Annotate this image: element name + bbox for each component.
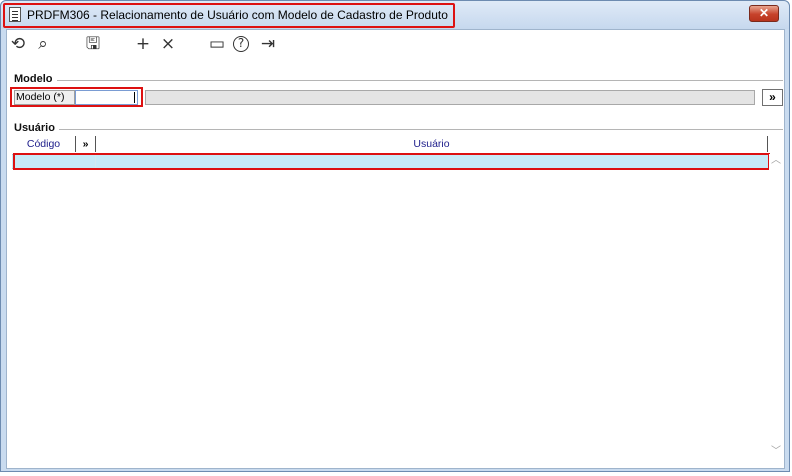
title-bar: PRDFM306 - Relacionamento de Usuário com…	[1, 1, 789, 29]
app-window: PRDFM306 - Relacionamento de Usuário com…	[0, 0, 790, 472]
usuario-group-label: Usuário	[14, 122, 55, 134]
scroll-down-icon[interactable]: ﹀	[769, 445, 783, 459]
undo-icon[interactable]: ⟲	[8, 34, 28, 54]
grid-scrollbar[interactable]: ︿ ﹀	[769, 154, 783, 459]
add-icon[interactable]: +	[133, 34, 153, 54]
column-header-codigo[interactable]: Código	[12, 136, 76, 152]
close-button[interactable]: ✕	[749, 5, 779, 22]
modelo-lookup-button[interactable]: »	[762, 89, 783, 106]
help-icon[interactable]: ?	[233, 36, 249, 52]
modelo-group-label: Modelo	[14, 73, 53, 85]
grid-header: Código » Usuário	[12, 136, 768, 152]
scroll-up-icon[interactable]: ︿	[769, 154, 783, 168]
column-header-lookup[interactable]: »	[76, 136, 96, 152]
toolbar: ⟲ ⌕ 🖫 + × ▭ ? ⇥	[7, 30, 784, 58]
modelo-highlight	[10, 87, 143, 107]
modelo-group-divider	[57, 80, 783, 81]
calendar-icon[interactable]: ▭	[207, 34, 227, 54]
save-icon[interactable]: 🖫	[83, 34, 103, 54]
usuario-group-divider	[59, 129, 783, 130]
usuario-grid: Código » Usuário	[12, 136, 770, 458]
search-icon[interactable]: ⌕	[33, 34, 53, 54]
exit-icon[interactable]: ⇥	[258, 34, 278, 54]
delete-icon[interactable]: ×	[158, 34, 178, 54]
title-highlight	[3, 3, 455, 28]
row-highlight	[13, 153, 770, 170]
column-header-usuario[interactable]: Usuário	[96, 136, 768, 152]
modelo-description-field	[145, 90, 755, 105]
client-area: ⟲ ⌕ 🖫 + × ▭ ? ⇥ Modelo Modelo (*) » Usuá…	[6, 29, 785, 469]
